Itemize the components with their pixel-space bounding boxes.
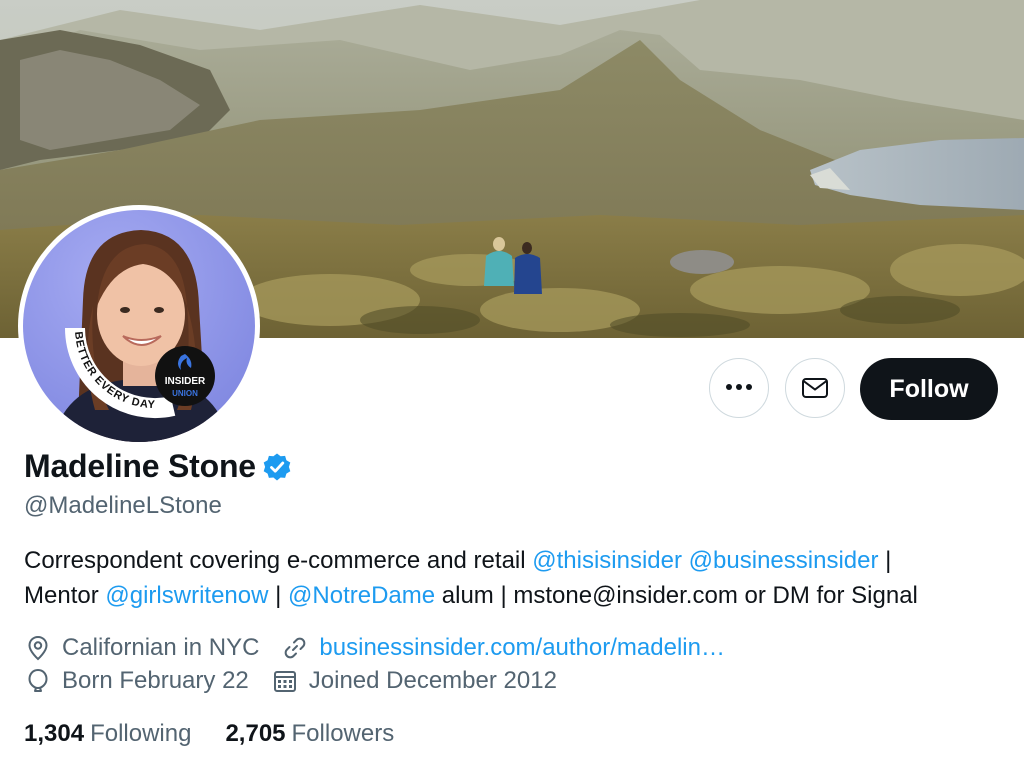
joined-text: Joined December 2012 (308, 667, 557, 694)
link-icon (285, 637, 306, 659)
location-text: Californian in NYC (62, 634, 260, 661)
followers-label: Followers (291, 720, 395, 747)
mention-girlswritenow[interactable]: @girlswritenow (105, 582, 268, 609)
bio-text (682, 547, 689, 574)
bio-text: | (878, 547, 892, 574)
bio-text: Mentor (24, 582, 106, 609)
avatar-photo: BETTER EVERY DAY INSIDER UNION (23, 210, 255, 442)
followers-count: 2,705 (225, 720, 286, 747)
website-link[interactable]: businessinsider.com/author/madelin… (319, 634, 725, 662)
mention-notredame[interactable]: @NotreDame (288, 582, 435, 609)
avatar-badge-bottom: UNION (172, 389, 198, 398)
more-options-button[interactable] (709, 358, 769, 418)
verified-badge-icon (263, 453, 291, 480)
profile-birthday: Born February 22 (24, 667, 249, 695)
more-dots-icon (725, 369, 753, 395)
profile-counts: 1,304 Following 2,705 Followers (24, 720, 428, 748)
profile-bio: Correspondent covering e-commerce and re… (24, 543, 1004, 613)
message-button[interactable] (785, 358, 845, 418)
follow-button[interactable]: Follow (860, 358, 998, 420)
bio-text: alum | mstone@insider.com or DM for Sign… (435, 582, 918, 609)
balloon-icon (28, 668, 48, 692)
followers-link[interactable]: 2,705 Followers (225, 720, 394, 748)
mention-businessinsider[interactable]: @businessinsider (689, 547, 879, 574)
following-label: Following (90, 720, 192, 747)
bio-line-1: Correspondent covering e-commerce and re… (24, 543, 1004, 578)
bio-text: Correspondent covering e-commerce and re… (24, 547, 533, 574)
profile-location: Californian in NYC (24, 634, 259, 662)
location-pin-icon (28, 635, 48, 661)
bio-text: | (268, 582, 289, 609)
mention-thisisinsider[interactable]: @thisisinsider (532, 547, 682, 574)
profile-name-row: Madeline Stone (24, 448, 292, 485)
profile-meta-row-1: Californian in NYC businessinsider.com/a… (24, 634, 725, 662)
envelope-icon (802, 378, 828, 398)
display-name: Madeline Stone (24, 448, 256, 484)
profile-page: BETTER EVERY DAY INSIDER UNION Follow Ma… (0, 0, 1024, 766)
profile-avatar[interactable]: BETTER EVERY DAY INSIDER UNION (18, 205, 260, 447)
bio-line-2: Mentor @girlswritenow | @NotreDame alum … (24, 578, 1004, 613)
profile-handle: @MadelineLStone (24, 492, 222, 519)
following-count: 1,304 (24, 720, 85, 747)
profile-joined: Joined December 2012 (271, 667, 557, 695)
profile-website[interactable]: businessinsider.com/author/madelin… (281, 634, 725, 662)
calendar-icon (273, 671, 296, 692)
profile-meta-row-2: Born February 22 Joined December 2012 (24, 667, 557, 695)
following-link[interactable]: 1,304 Following (24, 720, 191, 748)
avatar-badge-top: INSIDER (165, 376, 206, 387)
birthday-text: Born February 22 (62, 667, 249, 694)
